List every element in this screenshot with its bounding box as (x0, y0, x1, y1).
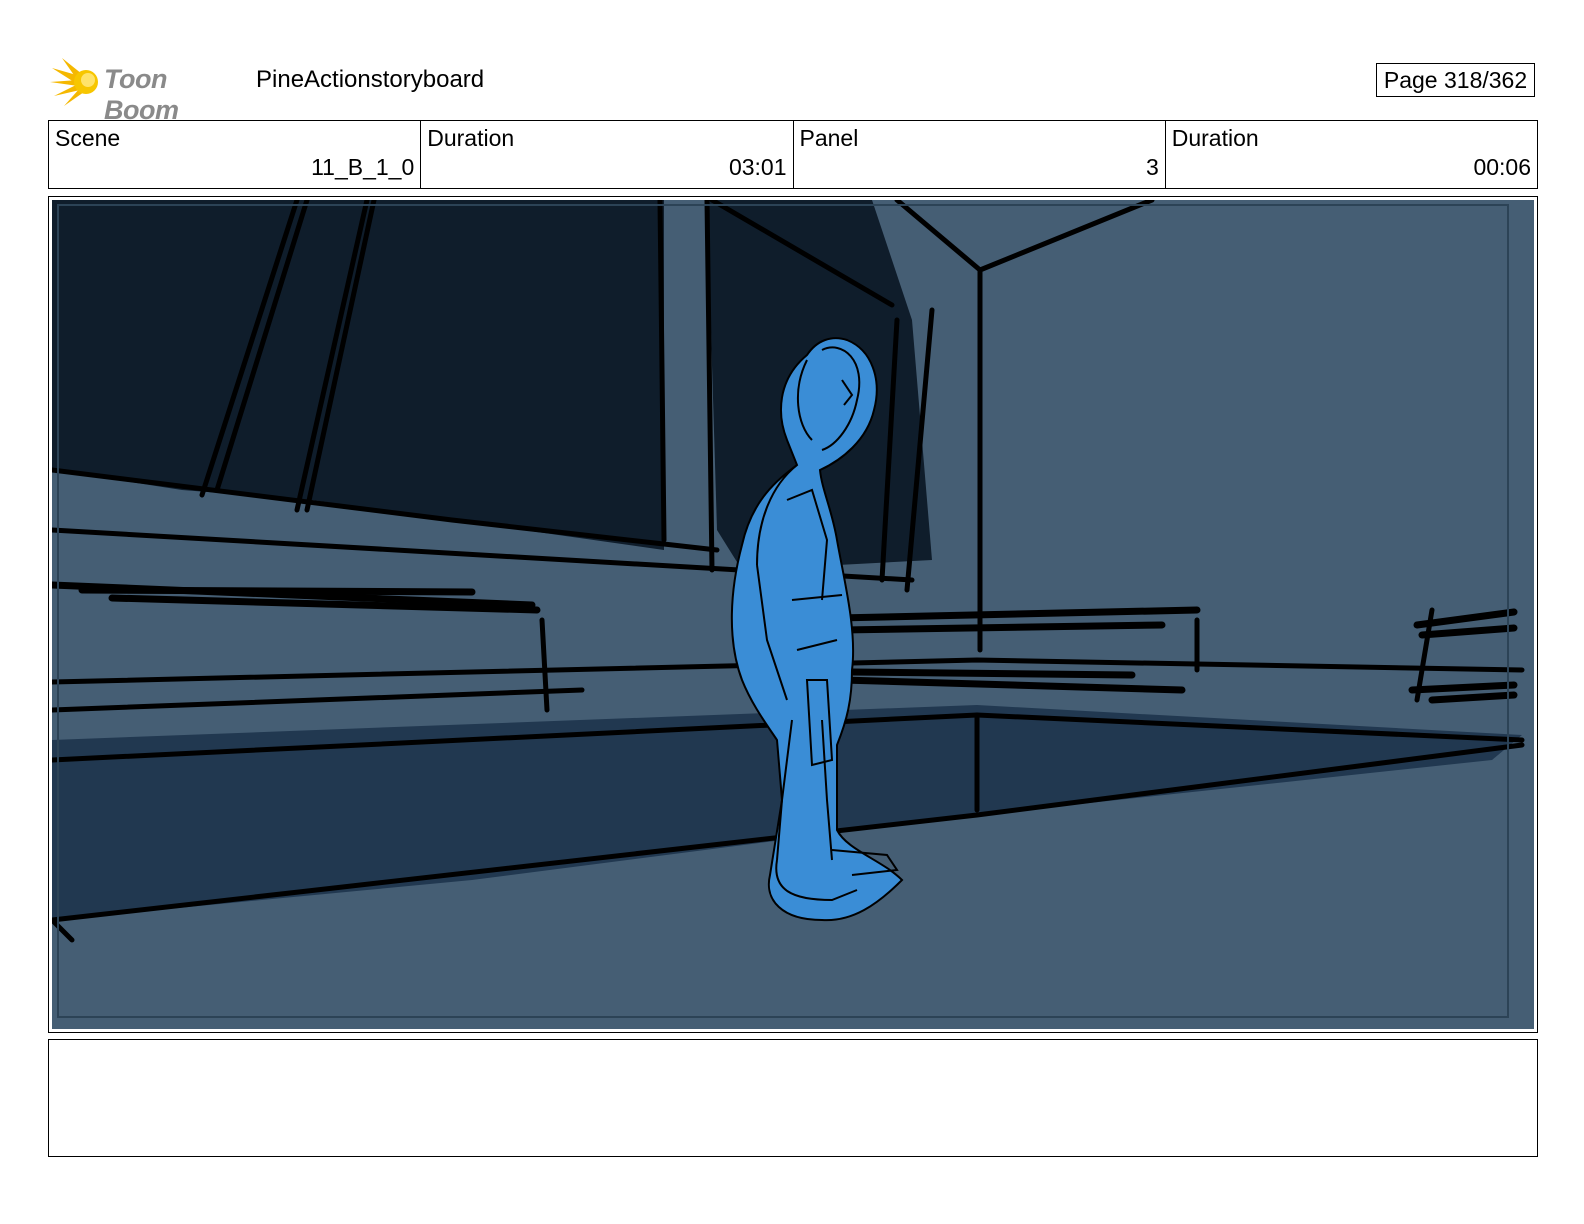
scene-duration-label: Duration (427, 125, 515, 151)
scene-label: Scene (55, 125, 121, 151)
logo-wordmark: Toon Boom (104, 64, 179, 125)
panel-value: 3 (1145, 154, 1159, 180)
panel-duration-value: 00:06 (1473, 154, 1531, 180)
panel-drawing (52, 200, 1534, 1029)
info-table: Scene 11_B_1_0 Duration 03:01 Panel 3 Du… (48, 120, 1538, 189)
project-title: PineActionstoryboard (256, 66, 485, 93)
panel-cell: Panel 3 (794, 121, 1166, 188)
sunburst-logo-icon (50, 58, 98, 106)
scene-duration-value: 03:01 (728, 154, 787, 180)
storyboard-panel (48, 196, 1538, 1033)
page-indicator: Page 318/362 (1376, 63, 1535, 97)
panel-notes-box (48, 1039, 1538, 1157)
toon-boom-logo: Toon Boom (50, 52, 240, 125)
panel-label: Panel (799, 125, 859, 151)
scene-value: 11_B_1_0 (311, 154, 415, 180)
panel-duration-label: Duration (1171, 125, 1259, 151)
panel-duration-cell: Duration 00:06 (1166, 121, 1537, 188)
scene-cell: Scene 11_B_1_0 (49, 121, 422, 188)
scene-duration-cell: Duration 03:01 (421, 121, 794, 188)
